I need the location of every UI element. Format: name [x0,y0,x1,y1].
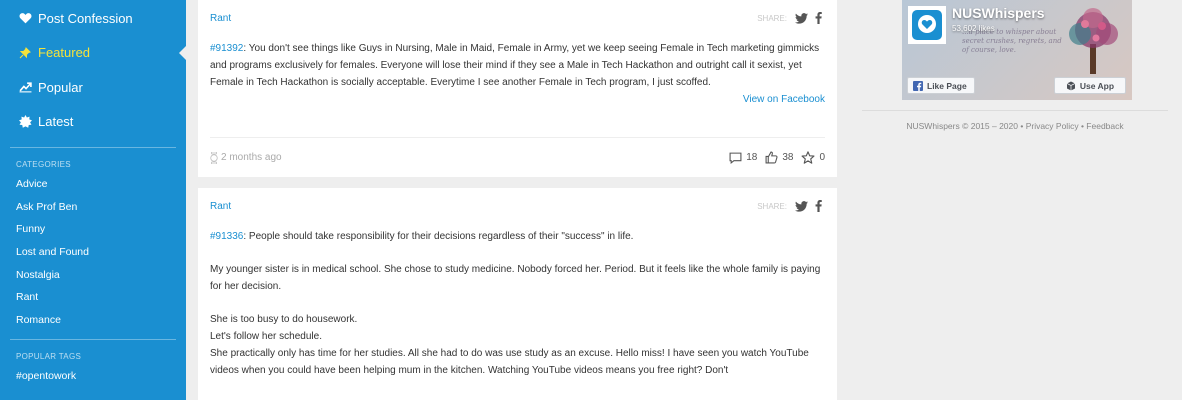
site-footer: NUSWhispers © 2015 – 2020 • Privacy Poli… [862,121,1168,131]
category-romance[interactable]: Romance [0,309,186,332]
facebook-icon[interactable] [811,199,825,213]
post-body: #91336: People should take responsibilit… [198,224,837,379]
comments-stat[interactable]: 18 [729,152,757,164]
nav-popular[interactable]: Popular [0,70,186,105]
tag-opentowork[interactable]: #opentowork [0,365,186,388]
category-funny[interactable]: Funny [0,218,186,241]
post-id-link[interactable]: #91392 [210,43,243,54]
nav-post-confession[interactable]: Post Confession [0,1,186,36]
privacy-policy-link[interactable]: Privacy Policy [1026,121,1079,131]
footer-separator: • [1017,121,1026,131]
facebook-page-widget[interactable]: ...a place to whisper about secret crush… [902,0,1132,100]
facebook-icon[interactable] [811,11,825,25]
categories-title: CATEGORIES [16,160,71,169]
favorite-stat[interactable]: 0 [801,151,825,164]
post-category-link[interactable]: Rant [210,201,231,212]
twitter-icon[interactable] [794,11,808,25]
share-label: SHARE: [757,201,787,211]
post-paragraph: She practically only has time for her st… [210,348,809,376]
card-footer: 2 months ago 18 38 0 [210,137,825,177]
view-on-facebook-link[interactable]: View on Facebook [210,91,825,108]
card-header: Rant SHARE: [198,0,837,36]
comment-icon [729,152,742,164]
thumbs-up-icon [765,151,778,164]
post-paragraph: She is too busy to do housework. [210,314,358,325]
share-bar: SHARE: [757,11,825,25]
like-page-label: Like Page [927,80,967,91]
nav-featured[interactable]: Featured [0,36,186,71]
category-ask-prof-ben[interactable]: Ask Prof Ben [0,196,186,219]
category-list: Advice Ask Prof Ben Funny Lost and Found… [0,173,186,331]
popular-tags-title: POPULAR TAGS [16,352,82,362]
likes-count: 38 [782,152,794,163]
fb-page-title[interactable]: NUSWhispers [952,5,1045,21]
post-paragraph: My younger sister is in medical school. … [210,264,821,292]
right-divider [862,110,1168,111]
star-icon [801,151,815,164]
twitter-icon[interactable] [794,199,808,213]
clock-icon [210,151,218,164]
burst-icon [18,115,32,129]
sidebar: Post Confession Featured Popular Latest … [0,0,186,400]
box-icon [1066,81,1076,91]
like-page-button[interactable]: Like Page [907,77,975,94]
feedback-link[interactable]: Feedback [1086,121,1123,131]
share-bar: SHARE: [757,199,825,213]
copyright-text: NUSWhispers © 2015 – 2020 [906,121,1018,131]
post-paragraph: #91336: People should take responsibilit… [210,228,825,245]
post-time-text: 2 months ago [221,152,282,163]
favorites-count: 0 [819,152,825,163]
post-text: #91392: You don't see things like Guys i… [210,40,825,91]
use-app-button[interactable]: Use App [1054,77,1126,94]
post-id-link[interactable]: #91336 [210,231,243,242]
card-header: Rant SHARE: [198,188,837,224]
tree-illustration [1069,8,1118,74]
category-rant[interactable]: Rant [0,286,186,309]
post-stats: 18 38 0 [721,151,825,164]
confession-card: Rant SHARE: #91336: People should take r… [198,188,837,400]
category-advice[interactable]: Advice [0,173,186,196]
post-content: : You don't see things like Guys in Nurs… [210,43,820,88]
use-app-label: Use App [1079,80,1115,91]
facebook-icon [913,80,923,91]
comments-count: 18 [746,152,758,163]
fb-page-likes: 53,602 likes [952,24,995,33]
post-time: 2 months ago [210,151,282,164]
post-category-link[interactable]: Rant [210,13,231,24]
post-body: #91392: You don't see things like Guys i… [198,36,837,108]
post-paragraph: Let's follow her schedule. [210,331,322,342]
post-content: : People should take responsibility for … [243,231,634,242]
nuswhispers-logo [908,6,946,44]
tag-list: #opentowork [0,365,186,388]
confession-card: Rant SHARE: #91392: You don't see things… [198,0,837,177]
nav-label: Popular [38,79,83,95]
heart-icon [18,11,32,25]
category-nostalgia[interactable]: Nostalgia [0,263,186,286]
nav-label: Post Confession [38,10,133,26]
nav-label: Featured [38,45,91,61]
category-lost-and-found[interactable]: Lost and Found [0,241,186,264]
share-label: SHARE: [757,13,787,23]
pin-icon [18,46,32,60]
nav-latest[interactable]: Latest [0,105,186,140]
trend-icon [18,80,32,94]
nav-label: Latest [38,114,74,130]
main-nav: Post Confession Featured Popular Latest [0,0,186,139]
likes-stat[interactable]: 38 [765,151,793,164]
